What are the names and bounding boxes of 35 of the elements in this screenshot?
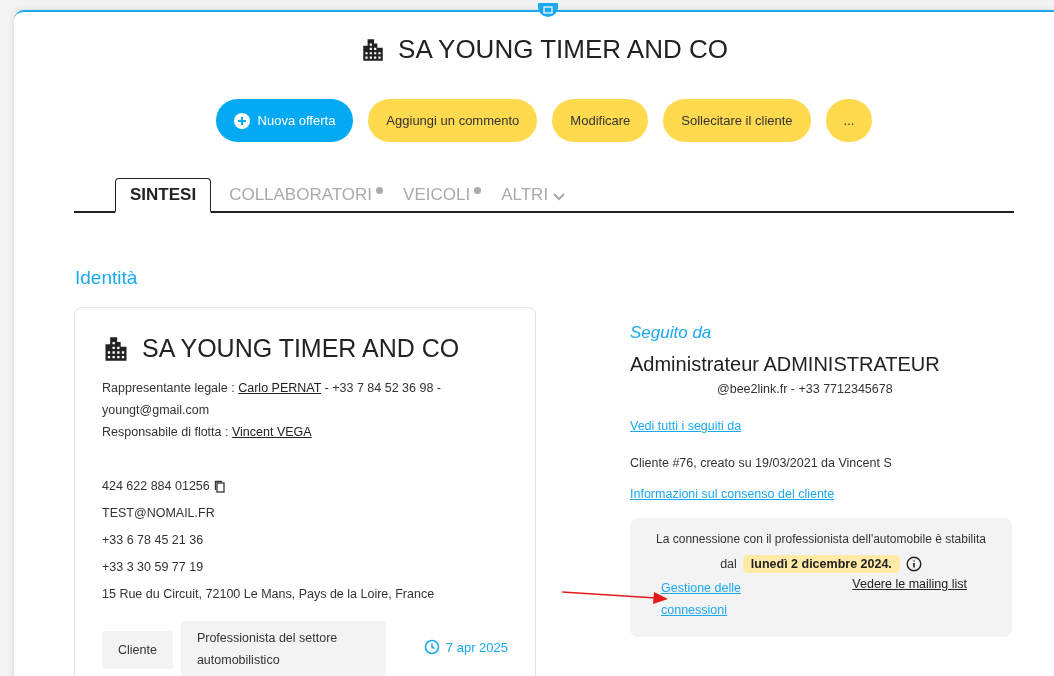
action-button[interactable]: Aggiungi un commento <box>368 99 538 142</box>
company-title: SA YOUNG TIMER AND CO <box>398 34 728 65</box>
info-icon[interactable] <box>905 556 922 572</box>
card-title: SA YOUNG TIMER AND CO <box>142 334 460 363</box>
client-info-text: Cliente #76, creato su 19/03/2021 da Vincent S <box>630 455 893 472</box>
clock-icon <box>423 639 440 655</box>
date-text: 7 apr 2025 <box>445 639 508 655</box>
badge-dot <box>376 187 384 194</box>
legal-representative-text: Rappresentante legale : Carlo PERNAT - +33 7 84 52 36 98 - youngt@gmail.com <box>102 380 442 419</box>
person-link[interactable]: Carlo PERNAT <box>238 381 322 395</box>
fleet-manager-text: Responsabile di flotta : Vincent VEGA <box>102 424 313 441</box>
contact-text: 15 Rue du Circuit, 72100 Le Mans, Pays de la Loire, France <box>102 586 435 603</box>
connection-text: La connessione con il professionista dell'automobile è stabilita <box>656 531 986 548</box>
contact-text: 424 622 884 01256 <box>102 478 210 495</box>
action-button[interactable]: Sollecitare il cliente <box>663 99 811 142</box>
copy-icon[interactable] <box>213 479 226 493</box>
follower-contact: @bee2link.fr - +33 7712345678 <box>717 382 893 396</box>
tag: Cliente <box>102 631 173 669</box>
section-title: Identità <box>75 267 139 289</box>
connection-date: lunedì 2 dicembre 2024. <box>742 555 900 573</box>
follower-name: Administrateur ADMINISTRATEUR <box>630 353 941 376</box>
mailing-list-link[interactable]: Vedere le mailing list <box>852 577 967 621</box>
badge-dot <box>474 187 482 194</box>
tag: Professionista del settore automobilistico <box>180 621 386 676</box>
contact-text: +33 6 78 45 21 36 <box>102 532 204 549</box>
tab[interactable]: SINTESI <box>115 178 212 213</box>
contact-text: +33 3 30 59 77 19 <box>102 559 204 576</box>
action-button[interactable]: Modificare <box>552 99 649 142</box>
person-link[interactable]: Vincent VEGA <box>231 425 312 439</box>
followed-heading: Seguito da <box>630 323 713 343</box>
contact-text: TEST@NOMAIL.FR <box>102 505 215 522</box>
window-icon[interactable] <box>538 3 558 17</box>
action-button[interactable]: ... <box>825 99 873 142</box>
plus-icon <box>233 112 250 129</box>
since-label: dal <box>720 556 737 573</box>
